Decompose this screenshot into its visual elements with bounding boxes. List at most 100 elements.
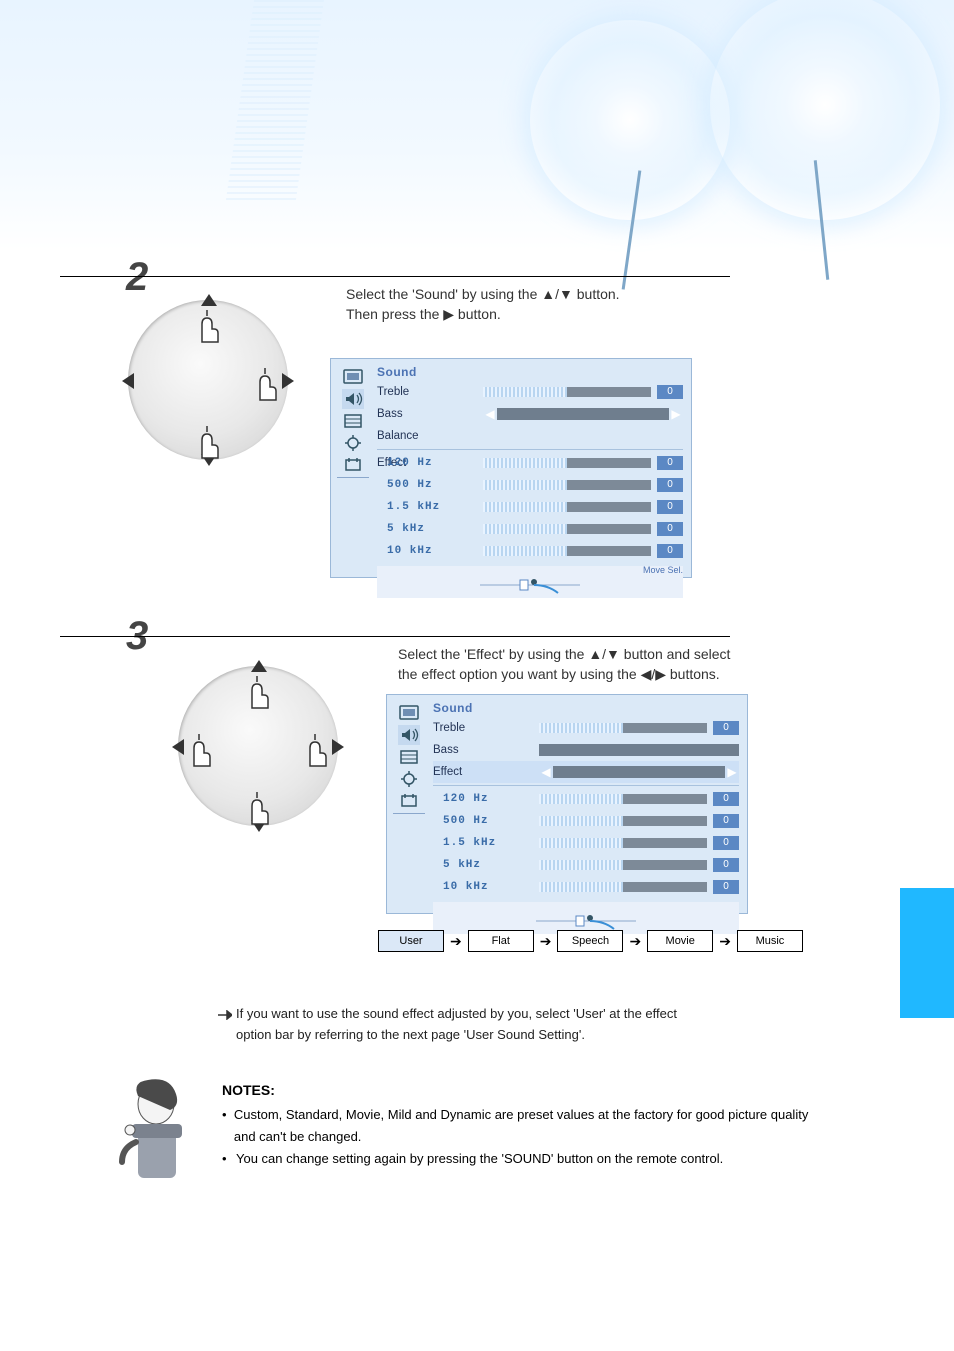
slider-eq-4 xyxy=(483,546,651,556)
right-arrow-icon: ▶ xyxy=(669,407,683,421)
effect-flow: User ➔ Flat ➔ Speech ➔ Movie ➔ Music xyxy=(378,930,803,952)
row-eq-0: Effect 120 Hz 0 xyxy=(377,449,683,474)
arrow-right-icon: ➔ xyxy=(540,933,552,950)
eq-3-label: 5 kHz xyxy=(377,523,483,535)
slider-bass xyxy=(497,408,669,420)
bullet-icon: • xyxy=(222,1148,236,1170)
hand-left-icon xyxy=(184,730,218,770)
slider-eq-3 xyxy=(483,524,651,534)
slider-eq-0 xyxy=(539,794,707,804)
step-2-number: 2 xyxy=(126,255,148,300)
row-eq-1: 500 Hz 0 xyxy=(433,810,739,832)
bottom-paragraph: If you want to use the sound effect adju… xyxy=(218,1004,828,1046)
bullet-arrow-icon xyxy=(218,1010,232,1020)
slider-eq-1 xyxy=(539,816,707,826)
label-treble: Treble xyxy=(377,386,483,398)
note-item-2: • You can change setting again by pressi… xyxy=(222,1148,832,1170)
notes-list: • Custom, Standard, Movie, Mild and Dyna… xyxy=(222,1104,832,1170)
row-balance: Balance xyxy=(377,425,683,447)
label-treble: Treble xyxy=(433,722,539,734)
side-tab xyxy=(900,888,954,1018)
hand-right-icon xyxy=(300,730,334,770)
slider-eq-4 xyxy=(539,882,707,892)
row-eq-2: 1.5 kHz 0 xyxy=(377,496,683,518)
slider-treble xyxy=(483,387,651,397)
arrow-right-icon: ➔ xyxy=(450,933,462,950)
slider-eq-0 xyxy=(483,458,651,468)
notes-illustration xyxy=(108,1076,208,1196)
flow-box-0: User xyxy=(378,930,444,952)
slider-treble xyxy=(539,723,707,733)
slider-bass xyxy=(539,744,739,756)
hand-right-icon xyxy=(250,364,284,404)
osd-body: Treble 0 Bass ◀▶ Balance Effect 120 Hz 0… xyxy=(331,359,691,606)
bottom-para-line1: If you want to use the sound effect adju… xyxy=(236,1006,677,1021)
label-bass: Bass xyxy=(433,744,539,756)
arrow-right-icon: ➔ xyxy=(629,933,641,950)
flow-box-2: Speech xyxy=(557,930,623,952)
step-3-line2: the effect option you want by using the … xyxy=(398,664,908,684)
row-eq-4: 10 kHz 0 xyxy=(433,876,739,898)
triangle-left-icon xyxy=(122,373,134,389)
bottom-para-line2: option bar by referring to the next page… xyxy=(236,1025,585,1046)
flow-box-1: Flat xyxy=(468,930,534,952)
notes-title: NOTES: xyxy=(222,1082,275,1098)
note-2-text: You can change setting again by pressing… xyxy=(236,1148,723,1170)
eq-0-label: 120 Hz xyxy=(377,457,483,469)
eq-0-label: 120 Hz xyxy=(433,793,539,805)
eq-2-label: 1.5 kHz xyxy=(377,501,483,513)
eq-1-label: 500 Hz xyxy=(377,479,483,491)
step-3-text: Select the 'Effect' by using the ▲/▼ but… xyxy=(398,644,908,685)
step-2-line1: Select the 'Sound' by using the ▲/▼ butt… xyxy=(346,284,856,304)
eq-2-label: 1.5 kHz xyxy=(433,837,539,849)
row-eq-1: 500 Hz 0 xyxy=(377,474,683,496)
slider-eq-3 xyxy=(539,860,707,870)
value-treble: 0 xyxy=(657,385,683,399)
triangle-up-icon xyxy=(201,294,217,306)
row-treble: Treble 0 xyxy=(433,717,739,739)
eq-3-label: 5 kHz xyxy=(433,859,539,871)
osd-hint: Move Sel. xyxy=(643,565,683,575)
note-1-text: Custom, Standard, Movie, Mild and Dynami… xyxy=(234,1104,832,1148)
slider-eq-2 xyxy=(539,838,707,848)
label-bass: Bass xyxy=(377,408,483,420)
value-eq-2: 0 xyxy=(713,836,739,850)
value-eq-0: 0 xyxy=(713,792,739,806)
value-eq-2: 0 xyxy=(657,500,683,514)
bullet-icon: • xyxy=(222,1104,234,1148)
step-2-line2: Then press the ▶ button. xyxy=(346,304,856,324)
dandelion-2 xyxy=(710,0,940,220)
row-bass: Bass xyxy=(433,739,739,761)
value-eq-3: 0 xyxy=(657,522,683,536)
effect-bar xyxy=(553,766,725,778)
row-eq-0: 120 Hz 0 xyxy=(433,785,739,810)
step-3-line1: Select the 'Effect' by using the ▲/▼ but… xyxy=(398,644,908,664)
value-eq-1: 0 xyxy=(713,814,739,828)
osd-body: Treble 0 Bass Effect ◀▶ 120 Hz 0 500 Hz … xyxy=(387,695,747,942)
dandelion-1 xyxy=(530,20,730,220)
row-eq-3: 5 kHz 0 xyxy=(433,854,739,876)
label-balance: Balance xyxy=(377,430,483,442)
value-treble: 0 xyxy=(713,721,739,735)
row-effect-selected: Effect ◀▶ xyxy=(433,761,739,783)
arrow-right-icon: ➔ xyxy=(719,933,731,950)
dial-step2 xyxy=(128,300,288,460)
value-eq-4: 0 xyxy=(713,880,739,894)
row-eq-4: 10 kHz 0 xyxy=(377,540,683,562)
row-eq-2: 1.5 kHz 0 xyxy=(433,832,739,854)
osd-panel-step2: Sound Treble 0 Bass ◀▶ Balance xyxy=(330,358,692,578)
eq-4-label: 10 kHz xyxy=(377,545,483,557)
hand-top-icon xyxy=(192,306,226,346)
row-eq-3: 5 kHz 0 xyxy=(377,518,683,540)
left-arrow-icon: ◀ xyxy=(539,765,553,779)
value-eq-3: 0 xyxy=(713,858,739,872)
row-bass: Bass ◀▶ xyxy=(377,403,683,425)
step-2-rule xyxy=(60,276,730,277)
value-eq-1: 0 xyxy=(657,478,683,492)
hand-bottom-icon xyxy=(192,422,226,462)
eq-1-label: 500 Hz xyxy=(433,815,539,827)
hand-bottom-icon xyxy=(242,788,276,828)
step-2-text: Select the 'Sound' by using the ▲/▼ butt… xyxy=(346,284,856,325)
flow-box-3: Movie xyxy=(647,930,713,952)
dial-step3 xyxy=(178,666,338,826)
